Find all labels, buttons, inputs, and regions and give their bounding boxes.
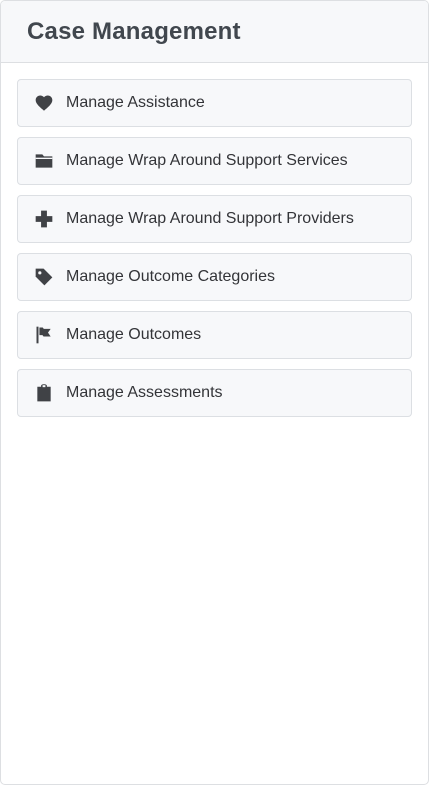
manage-support-providers-link[interactable]: Manage Wrap Around Support Providers bbox=[17, 195, 412, 243]
menu-item-label: Manage Assessments bbox=[66, 384, 223, 401]
heart-icon bbox=[33, 92, 55, 114]
manage-assessments-link[interactable]: Manage Assessments bbox=[17, 369, 412, 417]
menu-item-label: Manage Outcome Categories bbox=[66, 268, 275, 285]
menu-list: Manage Assistance Manage Wrap Around Sup… bbox=[1, 63, 428, 417]
manage-support-services-link[interactable]: Manage Wrap Around Support Services bbox=[17, 137, 412, 185]
manage-outcomes-link[interactable]: Manage Outcomes bbox=[17, 311, 412, 359]
medical-cross-icon bbox=[33, 208, 55, 230]
panel-title: Case Management bbox=[27, 17, 241, 45]
menu-item-label: Manage Outcomes bbox=[66, 326, 202, 343]
menu-item-label: Manage Wrap Around Support Providers bbox=[66, 210, 354, 227]
menu-item-label: Manage Assistance bbox=[66, 94, 205, 111]
tag-icon bbox=[33, 266, 55, 288]
panel-header: Case Management bbox=[1, 1, 428, 63]
flag-icon bbox=[33, 324, 55, 346]
menu-item-label: Manage Wrap Around Support Services bbox=[66, 152, 348, 169]
folder-icon bbox=[33, 150, 55, 172]
manage-outcome-categories-link[interactable]: Manage Outcome Categories bbox=[17, 253, 412, 301]
clipboard-icon bbox=[33, 382, 55, 404]
case-management-panel: Case Management Manage Assistance Manage… bbox=[0, 0, 429, 785]
manage-assistance-link[interactable]: Manage Assistance bbox=[17, 79, 412, 127]
